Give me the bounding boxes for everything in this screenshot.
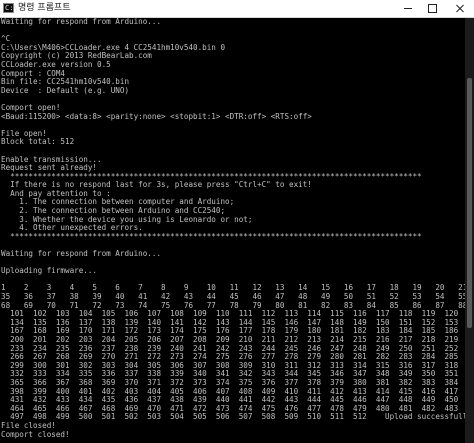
console-line: 3. Whether the device you using is Leona… — [1, 215, 253, 224]
console-line: If there is no respond last for 3s, plea… — [1, 181, 312, 190]
console-line: 464 465 466 467 468 469 470 471 472 473 … — [10, 404, 459, 413]
command-prompt-window: C:\ 명령 프롬프트 Waiting for respond from Ard… — [0, 0, 474, 443]
console-line: C:\Users\M406>CCLoader.exe 4 CC2541hm10v… — [1, 43, 226, 52]
title-bar[interactable]: C:\ 명령 프롬프트 — [0, 0, 474, 18]
console-line: Enable transmission... — [1, 155, 102, 164]
console-line: File open! — [1, 129, 47, 138]
console-line: 167 168 169 170 171 172 173 174 175 176 … — [10, 327, 459, 336]
console-line: ****************************************… — [1, 232, 422, 241]
console-line: File closed! — [1, 421, 56, 430]
maximize-button[interactable] — [420, 0, 444, 17]
console-line: Waiting for respond from Arduino... — [1, 250, 162, 259]
console-line: 1. The connection between computer and A… — [1, 198, 235, 207]
console-line: 497 498 499 500 501 502 503 504 505 506 … — [1, 413, 465, 422]
console-line: 1 2 3 4 5 6 7 8 9 10 11 12 13 14 15 16 1… — [1, 284, 465, 293]
window-title: 명령 프롬프트 — [18, 3, 71, 13]
console-line: ^C — [1, 35, 11, 44]
console-line: 200 201 202 203 204 205 206 207 208 209 … — [10, 335, 459, 344]
console-line: 398 399 400 401 402 403 404 405 406 407 … — [10, 387, 459, 396]
console-line: Uploading firmware... — [1, 267, 98, 276]
cmd-icon: C:\ — [3, 3, 18, 13]
console-line: Copyright (c) 2013 RedBearLab.com — [1, 52, 152, 61]
scrollbar-thumb[interactable] — [467, 78, 472, 328]
close-button[interactable] — [446, 0, 474, 17]
console-line: 266 267 268 269 270 271 272 273 274 275 … — [10, 353, 459, 362]
console-line: 101 102 103 104 105 106 107 108 109 110 … — [10, 310, 459, 319]
console-output[interactable]: Waiting for respond from Arduino... ^C C:\… — [0, 18, 465, 443]
console-line: Waiting for respond from Arduino... — [1, 18, 162, 26]
minimize-button[interactable] — [396, 0, 420, 17]
console-line: Bin file: CC2541hm10v540.bin — [1, 78, 130, 87]
console-line: Block total: 512 — [1, 138, 75, 147]
console-line: Device : Default (e.g. UNO) — [1, 86, 130, 95]
vertical-scrollbar[interactable] — [465, 18, 474, 443]
console-line: CCLoader.exe version 0.5 — [1, 60, 111, 69]
console-line: 4. Other unexpected errors. — [1, 224, 143, 233]
console-line: 134 135 136 137 138 139 140 141 142 143 … — [10, 318, 459, 327]
console-line: 299 300 301 302 303 304 305 306 307 308 … — [10, 361, 459, 370]
console-line: ****************************************… — [1, 172, 422, 181]
console-line: 68 69 70 71 72 73 74 75 76 77 78 79 80 8… — [1, 301, 465, 310]
console-line: Comport : COM4 — [1, 69, 66, 78]
console-line: <Baud:115200> <data:8> <parity:none> <st… — [1, 112, 312, 121]
console-line: Request sent already! — [1, 164, 98, 173]
console-line: Comport closed! — [1, 430, 70, 439]
console-line: 2. The connection between Arduino and CC… — [1, 207, 226, 216]
console-line: Comport open! — [1, 103, 61, 112]
console-line: 233 234 235 236 237 238 239 240 241 242 … — [10, 344, 459, 353]
console-line: 35 36 37 38 39 40 41 42 43 44 45 46 47 4… — [1, 293, 465, 301]
console-line: And pay attention to : — [1, 189, 111, 198]
console-line: 365 366 367 368 369 370 371 372 373 374 … — [10, 378, 459, 387]
console-lines: Waiting for respond from Arduino... ^C C:\… — [0, 18, 465, 443]
console-line: 332 333 334 335 336 337 338 339 340 341 … — [10, 370, 459, 379]
console-line: 431 432 433 434 435 436 437 438 439 440 … — [10, 396, 459, 405]
